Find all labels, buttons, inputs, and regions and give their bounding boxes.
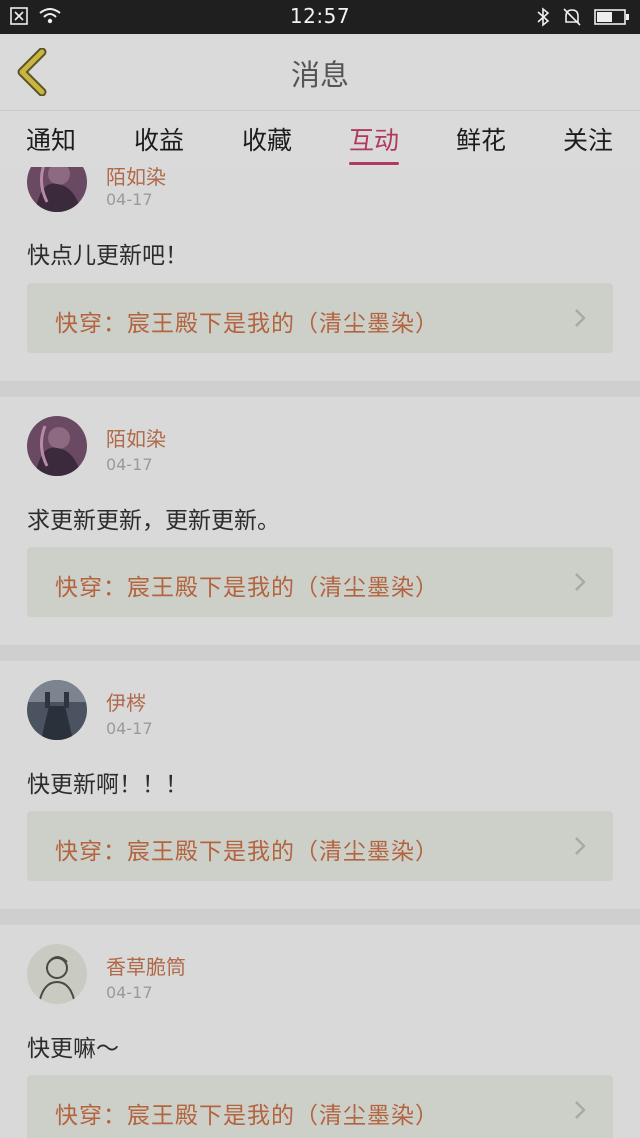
comment-text: 快更新啊！！！ [27,772,188,798]
user-name[interactable]: 陌如染 [106,423,166,452]
message-date: 04-17 [106,455,153,474]
message-card: 香草脆筒 04-17 快更嘛～ 快穿：宸王殿下是我的（清尘墨染） [0,925,640,1138]
book-link[interactable]: 快穿：宸王殿下是我的（清尘墨染） [27,1075,613,1138]
chevron-right-icon [575,309,586,327]
avatar[interactable] [27,944,87,1004]
user-name[interactable]: 陌如染 [106,167,166,190]
user-name[interactable]: 香草脆筒 [106,951,186,980]
tab-label: 收藏 [242,126,293,155]
message-date: 04-17 [106,983,153,1002]
chevron-right-icon [575,573,586,591]
tab-label: 鲜花 [456,126,507,155]
message-date: 04-17 [106,190,153,209]
book-title: 快穿：宸王殿下是我的（清尘墨染） [55,575,439,601]
comment-text: 快更嘛～ [27,1036,119,1062]
tab-bar: 通知 收益 收藏 互动 鲜花 关注 [0,110,640,167]
tab-follow[interactable]: 关注 [563,121,613,157]
book-link[interactable]: 快穿：宸王殿下是我的（清尘墨染） [27,547,613,617]
message-feed[interactable]: 陌如染 04-17 快点儿更新吧！ 快穿：宸王殿下是我的（清尘墨染） 陌如染 0… [0,167,640,1138]
tab-label: 互动 [349,126,400,155]
bell-muted-icon [562,7,582,31]
book-title: 快穿：宸王殿下是我的（清尘墨染） [55,1103,439,1129]
page-title: 消息 [290,58,349,92]
avatar[interactable] [27,416,87,476]
chevron-right-icon [575,837,586,855]
message-card: 陌如染 04-17 求更新更新，更新更新。 快穿：宸王殿下是我的（清尘墨染） [0,397,640,645]
chevron-right-icon [575,1101,586,1119]
book-link[interactable]: 快穿：宸王殿下是我的（清尘墨染） [27,283,613,353]
tab-earnings[interactable]: 收益 [134,121,184,157]
tab-flowers[interactable]: 鲜花 [456,121,506,157]
message-date: 04-17 [106,719,153,738]
tab-favorites[interactable]: 收藏 [242,121,292,157]
bluetooth-icon [536,7,550,31]
status-bar: 12:57 [0,0,640,34]
tab-label: 通知 [26,126,77,155]
avatar[interactable] [27,167,87,212]
book-title: 快穿：宸王殿下是我的（清尘墨染） [55,311,439,337]
book-title: 快穿：宸王殿下是我的（清尘墨染） [55,839,439,865]
message-card: 陌如染 04-17 快点儿更新吧！ 快穿：宸王殿下是我的（清尘墨染） [0,167,640,381]
tab-interaction[interactable]: 互动 [349,121,400,165]
tab-label: 收益 [134,126,185,155]
tab-label: 关注 [563,126,614,155]
avatar[interactable] [27,680,87,740]
tab-notice[interactable]: 通知 [26,121,76,157]
active-tab-indicator [349,162,400,165]
book-link[interactable]: 快穿：宸王殿下是我的（清尘墨染） [27,811,613,881]
message-card: 伊梣 04-17 快更新啊！！！ 快穿：宸王殿下是我的（清尘墨染） [0,661,640,909]
comment-text: 快点儿更新吧！ [27,243,188,269]
comment-text: 求更新更新，更新更新。 [27,508,280,534]
top-bar: 消息 [0,34,640,110]
battery-icon [594,8,630,30]
user-name[interactable]: 伊梣 [106,687,146,716]
